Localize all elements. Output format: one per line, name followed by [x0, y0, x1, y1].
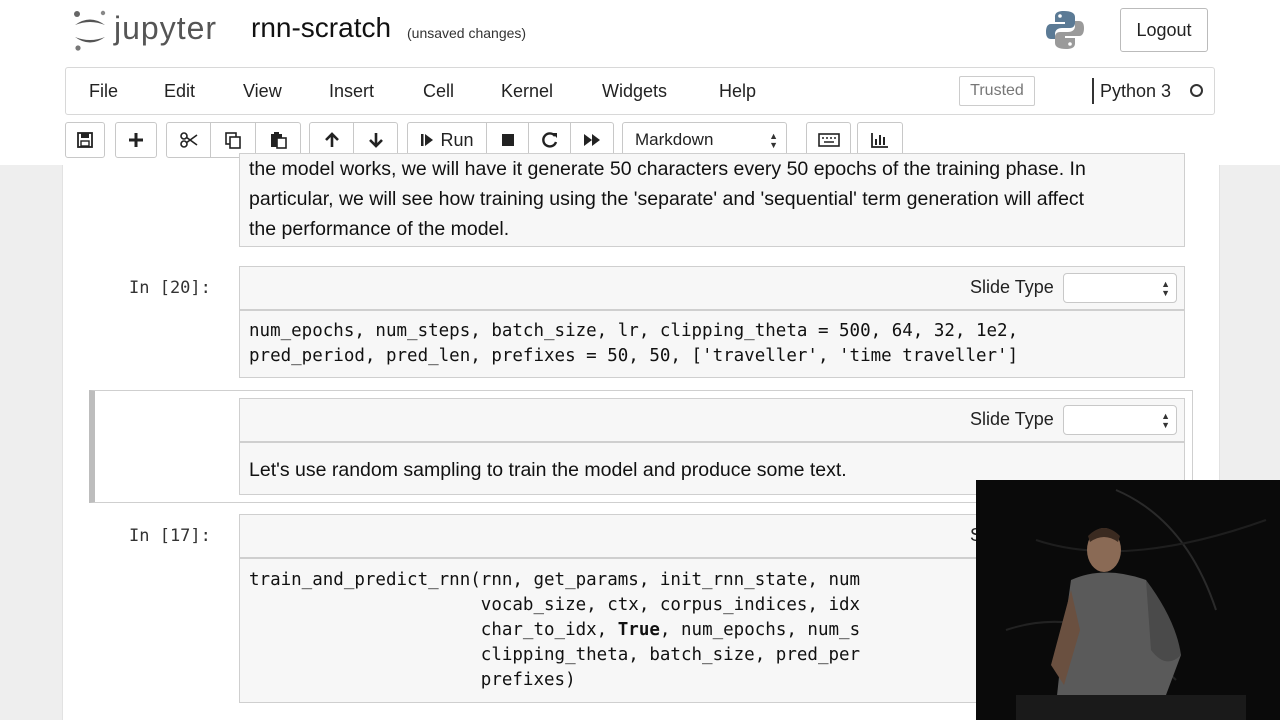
slide-type-select[interactable]: ▲ ▼ — [1063, 405, 1177, 435]
menu-view[interactable]: View — [243, 81, 282, 102]
select-arrows-icon: ▲ ▼ — [1161, 411, 1170, 430]
menu-edit[interactable]: Edit — [164, 81, 195, 102]
insert-cell-button[interactable] — [115, 122, 157, 158]
slide-type-label: Slide Type — [970, 409, 1054, 429]
python-logo-icon — [1046, 11, 1084, 49]
trusted-indicator[interactable]: Trusted — [959, 76, 1035, 106]
slide-type-label: Slide Type — [970, 277, 1054, 297]
menu-insert[interactable]: Insert — [329, 81, 374, 102]
input-prompt: In [17]: — [129, 526, 211, 546]
notebook-name[interactable]: rnn-scratch — [251, 12, 391, 44]
jupyter-logo-text: jupyter — [114, 10, 218, 46]
select-arrows-icon: ▲ ▼ — [1161, 279, 1170, 298]
input-prompt: In [20]: — [129, 278, 211, 298]
jupyter-logo-icon[interactable] — [70, 8, 110, 54]
code-line: pred_period, pred_len, prefixes = 50, 50… — [249, 346, 1019, 366]
menu-kernel[interactable]: Kernel — [501, 81, 553, 102]
paste-icon — [271, 132, 287, 149]
keyword-true: True — [617, 620, 660, 640]
restart-icon — [541, 132, 557, 148]
slide-type-select[interactable]: ▲ ▼ — [1063, 273, 1177, 303]
menu-bar: File Edit View Insert Cell Kernel Widget… — [65, 67, 1215, 115]
save-status: (unsaved changes) — [407, 25, 527, 41]
run-icon — [421, 134, 434, 146]
save-icon — [77, 132, 93, 148]
arrow-up-icon — [324, 132, 339, 147]
stop-icon — [501, 134, 514, 146]
markdown-line: particular, we will see how training usi… — [249, 188, 1085, 210]
presenter-video-overlay — [976, 480, 1280, 720]
scissors-icon — [179, 132, 197, 148]
kernel-status-icon — [1190, 84, 1203, 97]
code-input-area[interactable]: num_epochs, num_steps, batch_size, lr, c… — [239, 310, 1185, 378]
cell-type-value: Markdown — [635, 130, 714, 149]
menu-cell[interactable]: Cell — [423, 81, 454, 102]
logout-button[interactable]: Logout — [1120, 8, 1208, 52]
slide-toolbar: Slide Type ▲ ▼ — [239, 266, 1185, 310]
run-label: Run — [440, 129, 474, 150]
cut-button[interactable] — [166, 122, 211, 158]
menu-help[interactable]: Help — [719, 81, 756, 102]
kernel-name: Python 3 — [1100, 81, 1172, 101]
slide-toolbar: Slide Type ▲ ▼ — [239, 398, 1185, 442]
keyboard-icon — [817, 133, 840, 147]
plus-icon — [129, 133, 143, 147]
header: jupyter rnn-scratch (unsaved changes) Lo… — [0, 0, 1280, 165]
menu-file[interactable]: File — [89, 81, 118, 102]
kernel-separator — [1092, 78, 1094, 104]
presenter-video-frame — [976, 480, 1280, 720]
markdown-line: the performance of the model. — [249, 218, 510, 240]
select-arrows-icon: ▲ ▼ — [769, 131, 778, 150]
menu-widgets[interactable]: Widgets — [602, 81, 667, 102]
markdown-line: the model works, we will have it generat… — [249, 158, 1086, 180]
copy-icon — [225, 132, 241, 149]
code-text: , num_epochs, num_s — [659, 620, 861, 640]
code-text: char_to_idx, — [249, 620, 618, 640]
markdown-cell[interactable]: the model works, we will have it generat… — [239, 153, 1185, 247]
save-button[interactable] — [65, 122, 105, 158]
arrow-down-icon — [368, 133, 383, 148]
fast-forward-icon — [584, 134, 600, 146]
bar-chart-icon — [871, 133, 888, 148]
code-line: num_epochs, num_steps, batch_size, lr, c… — [249, 321, 1019, 341]
